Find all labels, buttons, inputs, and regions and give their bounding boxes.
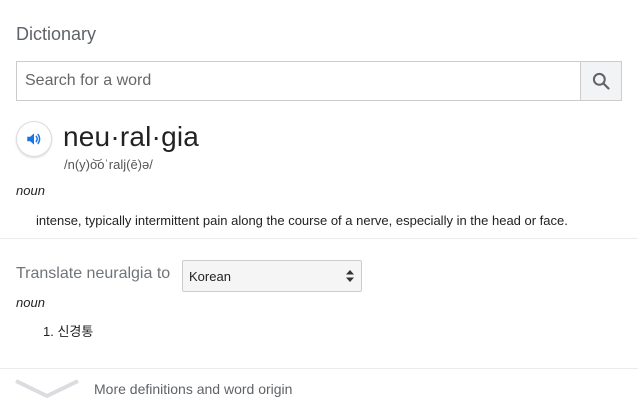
translate-label: Translate neuralgia to: [16, 265, 171, 282]
dictionary-card: Dictionary neu·ral·gia /n(y)o͝oˈralj(ē)ə…: [0, 0, 638, 409]
chevron-down-icon: [15, 379, 79, 398]
translation-part-of-speech: noun: [16, 295, 45, 310]
search-box: [16, 61, 622, 101]
more-definitions-button[interactable]: More definitions and word origin: [0, 369, 638, 409]
search-icon: [592, 72, 610, 90]
headword: neu·ral·gia: [63, 121, 200, 152]
definition-text: intense, typically intermittent pain alo…: [36, 213, 568, 228]
pronunciation-audio-button[interactable]: [16, 121, 52, 157]
language-select-value: Korean: [189, 268, 231, 284]
divider: [0, 238, 638, 239]
part-of-speech: noun: [16, 183, 45, 198]
up-down-arrows-icon: [346, 270, 354, 282]
translation-item: 1. 신경통: [43, 324, 94, 339]
language-select[interactable]: Korean: [182, 260, 362, 292]
more-definitions-label: More definitions and word origin: [94, 381, 293, 397]
speaker-icon: [27, 133, 41, 145]
phonetic-spelling: /n(y)o͝oˈralj(ē)ə/: [64, 157, 153, 172]
search-button[interactable]: [580, 62, 621, 100]
dictionary-title: Dictionary: [16, 24, 97, 44]
search-input[interactable]: [17, 62, 580, 100]
